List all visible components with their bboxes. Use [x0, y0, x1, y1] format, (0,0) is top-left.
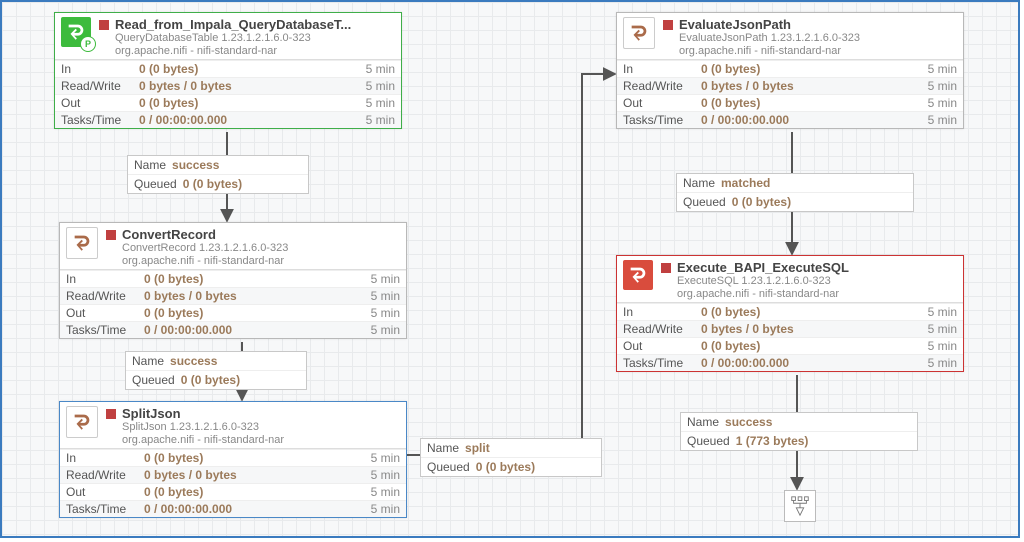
stopped-icon	[106, 230, 116, 240]
processor-read-from-impala[interactable]: P Read_from_Impala_QueryDatabaseT... Que…	[54, 12, 402, 129]
processor-icon: P	[61, 17, 91, 47]
stopped-icon	[661, 263, 671, 273]
processor-title: SplitJson	[122, 406, 400, 421]
processor-split-json[interactable]: SplitJson SplitJson 1.23.1.2.1.6.0-323 o…	[59, 401, 407, 518]
funnel-icon[interactable]	[784, 490, 816, 522]
stopped-icon	[99, 20, 109, 30]
processor-title: Execute_BAPI_ExecuteSQL	[677, 260, 957, 275]
processor-icon	[623, 260, 653, 290]
processor-title: Read_from_Impala_QueryDatabaseT...	[115, 17, 395, 32]
processor-convert-record[interactable]: ConvertRecord ConvertRecord 1.23.1.2.1.6…	[59, 222, 407, 339]
primary-node-badge: P	[80, 36, 96, 52]
stopped-icon	[663, 20, 673, 30]
processor-title: EvaluateJsonPath	[679, 17, 957, 32]
processor-bundle: org.apache.nifi - nifi-standard-nar	[115, 45, 395, 58]
processor-execute-bapi-executesql[interactable]: Execute_BAPI_ExecuteSQL ExecuteSQL 1.23.…	[616, 255, 964, 372]
connection-matched[interactable]: Namematched Queued0 (0 bytes)	[676, 173, 914, 212]
flow-canvas[interactable]: { "processors": { "read_impala": { "titl…	[0, 0, 1020, 538]
processor-title: ConvertRecord	[122, 227, 400, 242]
stopped-icon	[106, 409, 116, 419]
processor-evaluate-jsonpath[interactable]: EvaluateJsonPath EvaluateJsonPath 1.23.1…	[616, 12, 964, 129]
connection-split[interactable]: Namesplit Queued0 (0 bytes)	[420, 438, 602, 477]
processor-icon	[66, 227, 98, 259]
processor-icon	[66, 406, 98, 438]
connection-success-1[interactable]: Namesuccess Queued0 (0 bytes)	[127, 155, 309, 194]
processor-type: QueryDatabaseTable 1.23.1.2.1.6.0-323	[115, 32, 395, 45]
connection-success-2[interactable]: Namesuccess Queued0 (0 bytes)	[125, 351, 307, 390]
connection-success-3[interactable]: Namesuccess Queued1 (773 bytes)	[680, 412, 918, 451]
processor-icon	[623, 17, 655, 49]
